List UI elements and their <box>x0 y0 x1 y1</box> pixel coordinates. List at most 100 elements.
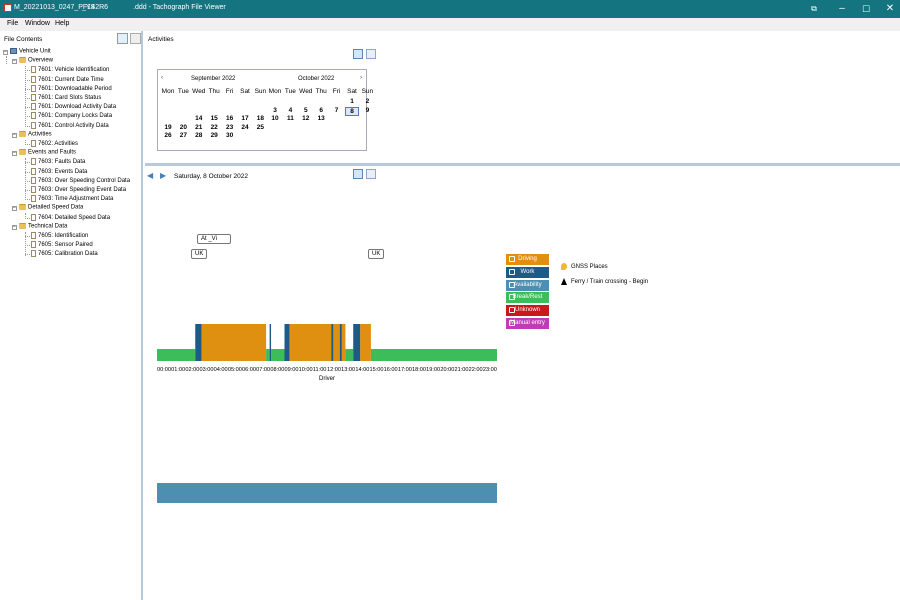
tree-item-label: 7603: Events Data <box>38 168 88 175</box>
legend-label: Manual entry <box>510 320 545 326</box>
tree-item[interactable]: 7601: Vehicle Identification <box>31 66 109 75</box>
calendar-day[interactable]: 28 <box>192 132 206 141</box>
restore-icon[interactable]: ⧉ <box>800 0 828 18</box>
tree-group-activities[interactable]: Activities <box>19 130 52 140</box>
tree-item-label: 7601: Card Slots Status <box>38 95 102 102</box>
tree-item-label: 7605: Sensor Paired <box>38 242 93 249</box>
tree-item[interactable]: 7603: Over Speeding Control Data <box>31 176 131 186</box>
calendar-day[interactable]: 9 <box>360 107 374 116</box>
legend-icon <box>509 320 515 326</box>
tree-item[interactable]: 7603: Over Speeding Event Data <box>31 186 126 195</box>
tree-group-technical-data[interactable]: Technical Data <box>19 222 67 232</box>
tree-item[interactable]: 7604: Detailed Speed Data <box>31 213 110 223</box>
list-view-toggle-icon[interactable] <box>130 33 141 44</box>
calendar-day[interactable]: 12 <box>299 115 313 124</box>
document-icon <box>31 140 36 147</box>
document-icon <box>31 250 36 258</box>
extra-legend-label: GNSS Places <box>571 264 608 271</box>
tree-expander-2[interactable]: − <box>12 151 17 157</box>
axis-tick-label: 04:00 <box>214 367 228 373</box>
calendar-next-button[interactable]: › <box>360 75 362 81</box>
close-button[interactable]: ✕ <box>876 0 900 18</box>
tree-item[interactable]: 7605: Calibration Data <box>31 250 98 259</box>
menu-file[interactable]: File <box>7 20 18 27</box>
calendar-day[interactable]: 27 <box>176 132 190 141</box>
calendar-day[interactable]: 8 <box>345 106 359 116</box>
legend-manual-entry[interactable]: Manual entry <box>506 318 549 329</box>
tree-item[interactable]: 7601: Downloadable Period <box>31 84 112 94</box>
tree-item[interactable]: 7601: Download Activity Data <box>31 103 116 112</box>
calendar: ‹ › September 2022 Mon Tue Wed Thu Fri Sat Sun 1… <box>157 69 373 151</box>
activity-segment <box>271 349 285 361</box>
document-icon <box>31 232 36 239</box>
tree-item-label: 7601: Company Locks Data <box>38 113 113 120</box>
calendar-weekday: Sun <box>361 88 374 95</box>
tree-group-overview[interactable]: Overview <box>19 57 53 66</box>
tree-item[interactable]: 7601: Card Slots Status <box>31 94 101 103</box>
tree-item[interactable]: 7603: Events Data <box>31 167 88 177</box>
activity-segment <box>201 324 267 361</box>
menu-window[interactable]: Window <box>25 20 50 27</box>
tree-view-toggle-icon[interactable] <box>117 33 128 44</box>
tree-item[interactable]: 7602: Activities <box>31 140 78 149</box>
calendar-day[interactable]: 13 <box>314 115 328 124</box>
table-view-icon-2[interactable] <box>366 169 376 179</box>
axis-tick-label: 20:00 <box>440 367 454 373</box>
menu-help[interactable]: Help <box>55 20 69 27</box>
tree-expander-4[interactable]: − <box>12 224 17 230</box>
calendar-prev-button[interactable]: ‹ <box>161 75 163 81</box>
legend-unknown[interactable]: Unknown <box>506 305 549 317</box>
tree-item[interactable]: 7605: Sensor Paired <box>31 241 93 250</box>
calendar-weekday: Thu <box>208 88 220 95</box>
calendar-day[interactable]: 25 <box>253 124 267 133</box>
tree-item[interactable]: 7603: Time Adjustment Data <box>31 195 113 204</box>
tree-expander-0[interactable]: − <box>12 59 17 65</box>
tree-item[interactable]: 7601: Control Activity Data <box>31 121 109 131</box>
next-day-button[interactable]: ▶ <box>160 171 166 180</box>
axis-tick-label: 09:00 <box>285 367 299 373</box>
file-contents-panel: File Contents − Vehicle Unit − Overview 7601… <box>0 31 143 600</box>
tree-expander-root[interactable]: − <box>3 50 8 55</box>
axis-tick-label: 07:00 <box>256 367 270 373</box>
tree-item[interactable]: 7603: Faults Data <box>31 158 85 167</box>
tree-group-events-and-faults[interactable]: Events and Faults <box>19 149 76 158</box>
tree-expander-1[interactable]: − <box>12 132 17 138</box>
tree-item[interactable]: 7601: Company Locks Data <box>31 112 112 121</box>
tree-group-label: Detailed Speed Data <box>28 204 84 211</box>
legend-label: Unknown <box>514 307 540 314</box>
tree-group-detailed-speed-data[interactable]: Detailed Speed Data <box>19 204 83 213</box>
tree-item-label: 7603: Time Adjustment Data <box>38 196 114 203</box>
legend-driving[interactable]: Driving <box>506 254 549 265</box>
tree-item[interactable]: 7605: Identification <box>31 232 88 241</box>
legend-work[interactable]: Work <box>506 266 549 278</box>
calendar-day[interactable]: 7 <box>330 107 344 116</box>
calendar-day[interactable]: 29 <box>207 132 221 141</box>
calendar-month-title: October 2022 <box>298 76 335 82</box>
calendar-day[interactable]: 11 <box>283 115 297 124</box>
folder-icon <box>19 130 26 137</box>
tree-node-vehicle-unit[interactable]: Vehicle Unit <box>10 48 51 57</box>
calendar-day[interactable]: 26 <box>161 132 175 141</box>
chart-view-icon-2[interactable] <box>353 169 363 179</box>
axis-tick-label: 12:00 <box>327 367 341 373</box>
calendar-day[interactable]: 24 <box>238 124 252 133</box>
axis-tick-label: 03:00 <box>200 367 214 373</box>
legend-break-rest[interactable]: Break/Rest <box>506 292 549 304</box>
activity-segment <box>339 324 342 361</box>
calendar-day[interactable]: 10 <box>268 115 282 124</box>
axis-tick-label: 18:00 <box>412 367 426 373</box>
tree-expander-3[interactable]: − <box>12 206 17 212</box>
prev-day-button[interactable]: ◀ <box>147 171 153 180</box>
legend-availability[interactable]: Availability <box>506 279 549 291</box>
calendar-weekday: Sat <box>240 88 250 95</box>
tree-item[interactable]: 7601: Current Date Time <box>31 75 104 85</box>
splitter[interactable] <box>145 163 900 166</box>
window-title-mid: _YS2R6 <box>82 4 109 11</box>
tree-item-label: 7603: Over Speeding Control Data <box>38 177 131 184</box>
chart-view-icon[interactable] <box>353 49 363 59</box>
legend-icon <box>509 268 515 275</box>
table-view-icon[interactable] <box>366 49 376 59</box>
tree-connector <box>25 231 26 256</box>
calendar-day[interactable]: 30 <box>223 132 237 141</box>
legend-label: Break/Rest <box>512 294 543 301</box>
